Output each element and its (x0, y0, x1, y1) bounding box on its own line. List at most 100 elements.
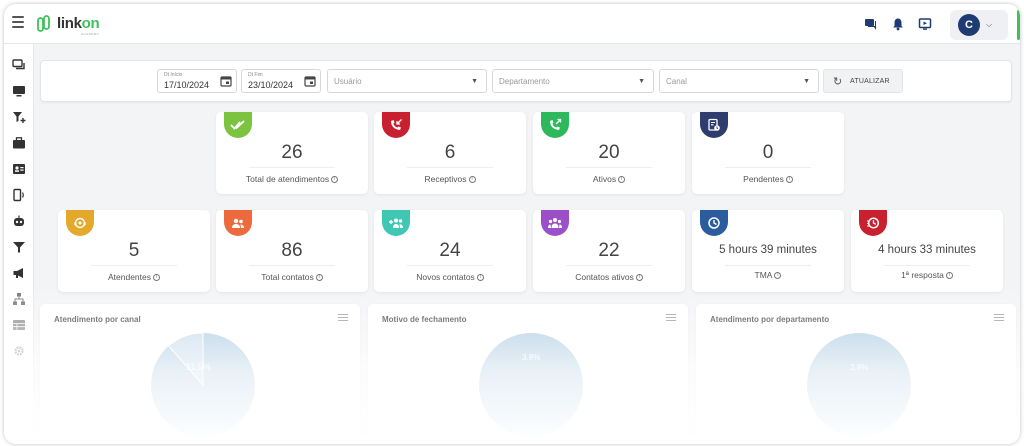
stat-card-tma: 5 hours 39 minutes TMA i (692, 210, 844, 292)
channel-select[interactable]: Canal ▼ (659, 69, 819, 93)
panel-motivo-de-fechamento: Motivo de fechamento 3.8% (368, 304, 688, 444)
settings-gear-icon[interactable] (12, 344, 26, 358)
outgoing-call-icon (541, 112, 569, 138)
accent-edge (1017, 10, 1020, 40)
stat-label: Total contatos i (216, 272, 368, 282)
calendar-icon[interactable] (220, 75, 232, 87)
info-icon[interactable]: i (635, 274, 643, 282)
contact-card-icon[interactable] (12, 162, 26, 176)
stat-label: TMA i (692, 270, 844, 280)
table-icon[interactable] (12, 318, 26, 332)
info-icon[interactable]: i (468, 176, 476, 184)
agent-headset-icon (66, 210, 94, 236)
pie-chart: 11.5% (151, 332, 255, 437)
divider (884, 265, 970, 266)
stat-label: Pendentes i (692, 174, 844, 184)
pie-slice-label: 3.8% (850, 363, 868, 372)
panel-atendimento-por-departamento: Atendimento por departamento 3.8% (696, 304, 1016, 444)
panel-title: Atendimento por departamento (710, 315, 830, 324)
end-date-value: 23/10/2024 (248, 80, 294, 90)
panel-menu-icon[interactable] (666, 314, 676, 324)
pie-chart: 3.8% (807, 333, 911, 437)
panel-menu-icon[interactable] (994, 314, 1004, 324)
info-icon[interactable]: i (331, 176, 339, 184)
user-menu[interactable]: C ⌵ (950, 10, 1008, 40)
stat-card-novos-contatos: 24 Novos contatos i (374, 210, 526, 292)
stat-card-ativos: 20 Ativos i (533, 112, 685, 194)
refresh-icon: ↻ (833, 76, 843, 88)
avatar: C (958, 14, 980, 36)
stat-value: 26 (281, 142, 303, 163)
stat-card-total-contatos: 86 Total contatos i (216, 210, 368, 292)
funnel-add-icon[interactable] (12, 110, 26, 124)
bell-icon[interactable] (891, 17, 905, 31)
divider (249, 265, 335, 266)
pie-slice-label: 3.8% (522, 353, 540, 362)
double-check-icon (224, 112, 252, 138)
department-select[interactable]: Departamento ▼ (492, 69, 654, 93)
monitor-icon[interactable] (12, 84, 26, 98)
end-date-field[interactable]: Dt Fim 23/10/2024 (241, 69, 321, 93)
active-contacts-icon (541, 210, 569, 236)
end-date-label: Dt Fim (248, 72, 263, 78)
stat-value: 5 hours 39 minutes (719, 244, 817, 256)
stat-value: 24 (439, 240, 461, 261)
stat-value: 20 (598, 142, 620, 163)
logo-mark-icon (37, 15, 50, 32)
info-icon[interactable]: i (476, 274, 484, 282)
panel-menu-icon[interactable] (338, 314, 348, 324)
stat-card-primeira-resposta: 4 hours 33 minutes 1ª resposta i (851, 210, 1003, 292)
user-select[interactable]: Usuário ▼ (327, 69, 487, 93)
start-date-field[interactable]: Dt Início 17/10/2024 (157, 69, 237, 93)
info-icon[interactable]: i (618, 176, 626, 184)
divider (407, 265, 493, 266)
refresh-button[interactable]: ↻ ATUALIZAR (823, 69, 903, 93)
menu-icon[interactable] (12, 16, 24, 28)
chat-icon[interactable] (864, 17, 878, 31)
info-icon[interactable]: i (785, 176, 793, 184)
stat-value: 4 hours 33 minutes (878, 244, 976, 256)
info-icon[interactable]: i (774, 272, 782, 280)
divider (91, 265, 177, 266)
stat-value: 5 (128, 240, 140, 261)
refresh-button-label: ATUALIZAR (850, 78, 890, 85)
briefcase-icon[interactable] (12, 136, 26, 150)
info-icon[interactable]: i (945, 272, 953, 280)
contacts-icon (224, 210, 252, 236)
incoming-call-icon (382, 112, 410, 138)
clock-icon (700, 210, 728, 236)
divider (566, 265, 652, 266)
phone-ringing-icon[interactable] (12, 188, 26, 202)
calendar-icon[interactable] (304, 75, 316, 87)
dropdown-arrow-icon: ▼ (471, 78, 478, 85)
user-select-placeholder: Usuário (334, 77, 362, 86)
stat-label: Ativos i (533, 174, 685, 184)
video-tutorial-icon[interactable] (918, 17, 932, 31)
divider (407, 167, 493, 168)
filter-icon[interactable] (12, 240, 26, 254)
stat-card-pendentes: 0 Pendentes i (692, 112, 844, 194)
dropdown-arrow-icon: ▼ (803, 78, 810, 85)
info-icon[interactable]: i (315, 274, 323, 282)
stat-label: Total de atendimentos i (216, 174, 368, 184)
hierarchy-icon[interactable] (12, 292, 26, 306)
start-date-value: 17/10/2024 (164, 80, 210, 90)
panel-title: Motivo de fechamento (382, 315, 467, 324)
info-icon[interactable]: i (153, 274, 160, 282)
app-window: linkon ACADEMY C ⌵ Dt Início 17/10/2024 … (4, 4, 1020, 444)
divider (725, 167, 811, 168)
stat-label: 1ª resposta i (851, 270, 1003, 280)
chats-icon[interactable] (12, 58, 26, 72)
chevron-down-icon: ⌵ (986, 20, 993, 29)
stat-value: 0 (762, 142, 774, 163)
response-clock-icon (859, 210, 887, 236)
stat-card-receptivos: 6 Receptivos i (374, 112, 526, 194)
divider (725, 265, 811, 266)
panel-atendimento-por-canal: Atendimento por canal 11.5% (40, 304, 360, 444)
stat-label: Novos contatos i (374, 272, 526, 282)
stat-card-contatos-ativos: 22 Contatos ativos i (533, 210, 685, 292)
megaphone-icon[interactable] (12, 266, 26, 280)
new-contacts-icon (382, 210, 410, 236)
pending-document-icon (700, 112, 728, 138)
bot-icon[interactable] (12, 214, 26, 228)
